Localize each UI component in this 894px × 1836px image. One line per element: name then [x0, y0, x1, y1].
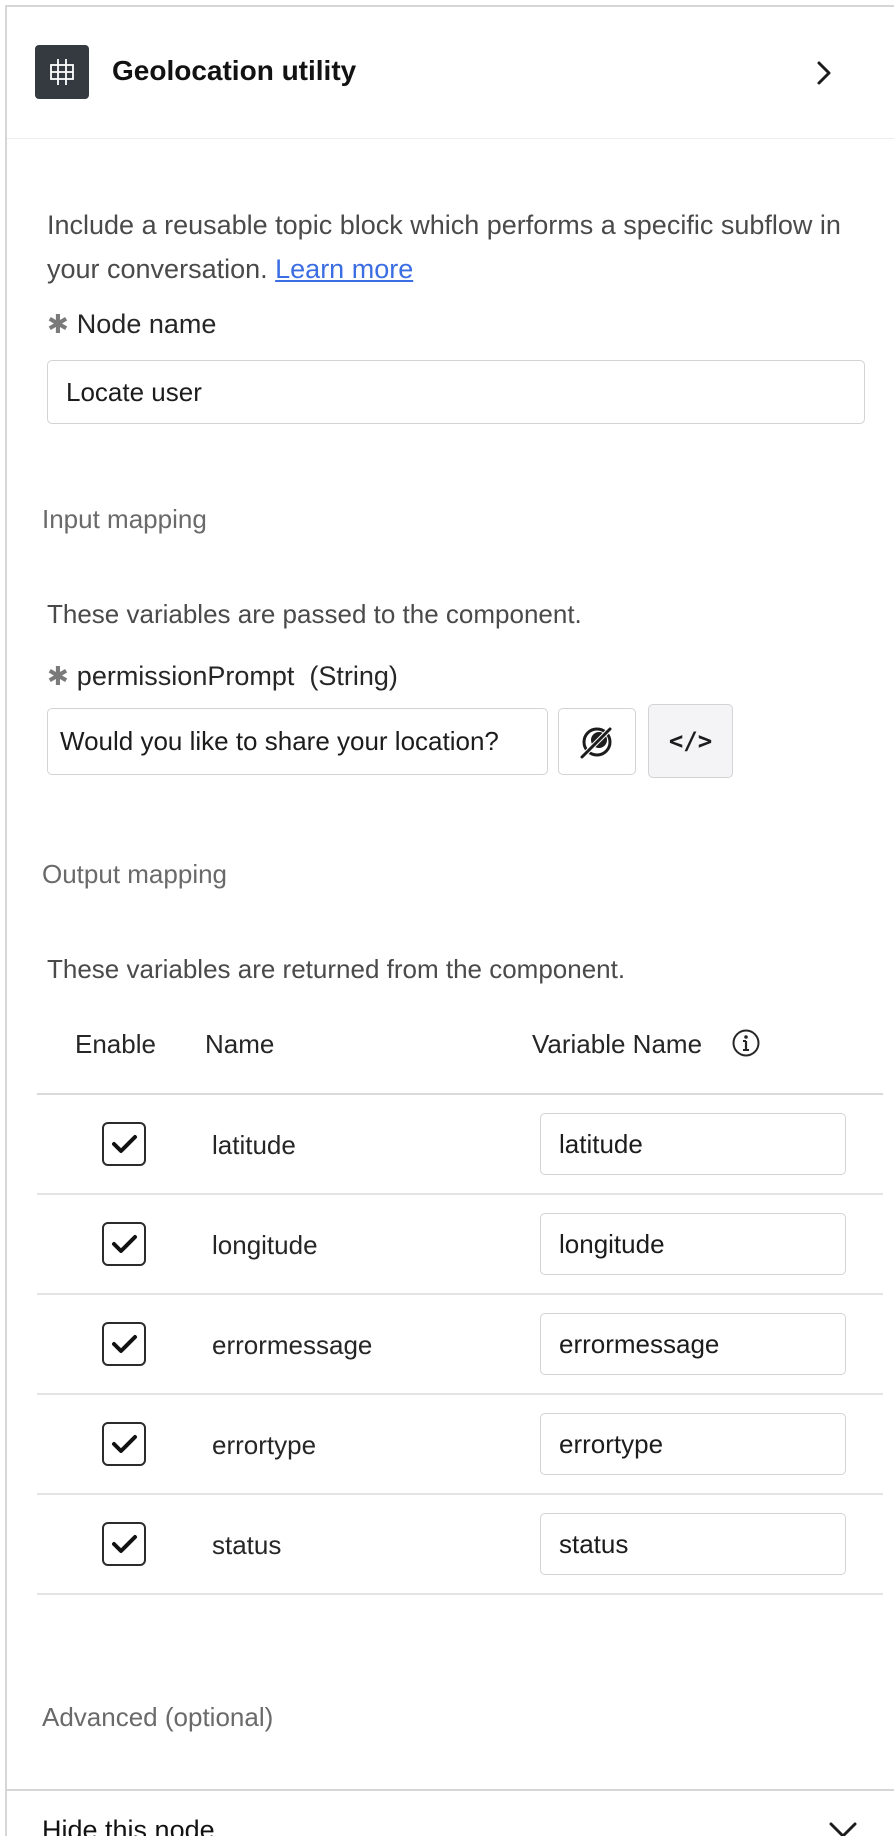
column-name: Name — [205, 1029, 275, 1059]
enable-checkbox[interactable] — [102, 1122, 146, 1166]
chevron-down-icon[interactable] — [827, 1817, 859, 1836]
description: Include a reusable topic block which per… — [47, 203, 867, 291]
required-marker: ✱ — [47, 661, 69, 691]
permission-prompt-name: permissionPrompt — [76, 661, 295, 691]
node-name-input[interactable]: Locate user — [47, 360, 865, 424]
enable-checkbox[interactable] — [102, 1222, 146, 1266]
table-header-divider — [37, 1093, 883, 1095]
column-variable-name: Variable Name — [532, 1029, 703, 1059]
properties-panel: Geolocation utility Include a reusable t… — [5, 5, 894, 1836]
description-text: Include a reusable topic block which per… — [47, 210, 841, 284]
node-name-label: ✱ Node name — [47, 309, 216, 340]
advanced-section-title[interactable]: Advanced (optional) — [42, 1702, 273, 1733]
panel-title: Geolocation utility — [112, 55, 357, 86]
hide-node-label[interactable]: Hide this node — [42, 1815, 215, 1836]
row-name: errortype — [212, 1430, 317, 1460]
variable-name-input[interactable]: status — [540, 1513, 846, 1575]
variable-name-input[interactable]: errortype — [540, 1413, 846, 1475]
variable-name-input[interactable]: longitude — [540, 1213, 846, 1275]
input-mapping-helper: These variables are passed to the compon… — [47, 599, 582, 629]
row-divider — [37, 1593, 883, 1595]
panel-header: Geolocation utility — [7, 7, 894, 139]
permission-prompt-label: ✱ permissionPrompt (String) — [47, 661, 398, 692]
row-divider — [37, 1493, 883, 1495]
enable-checkbox[interactable] — [102, 1422, 146, 1466]
node-name-label-text: Node name — [76, 309, 217, 339]
output-mapping-title: Output mapping — [42, 859, 228, 889]
row-name: longitude — [212, 1230, 318, 1260]
row-name: status — [212, 1530, 282, 1560]
info-icon[interactable] — [731, 1028, 761, 1058]
variable-picker-button[interactable] — [558, 708, 636, 775]
input-mapping-title: Input mapping — [42, 504, 207, 534]
checkmark-icon — [112, 1535, 137, 1553]
row-name: errormessage — [212, 1330, 373, 1360]
checkmark-icon — [112, 1435, 137, 1453]
grid-icon — [35, 45, 89, 99]
footer-divider — [7, 1789, 894, 1791]
checkmark-icon — [112, 1235, 137, 1253]
variable-name-input[interactable]: latitude — [540, 1113, 846, 1175]
checkmark-icon — [112, 1335, 137, 1353]
learn-more-link[interactable]: Learn more — [275, 254, 413, 284]
enable-checkbox[interactable] — [102, 1522, 146, 1566]
permission-prompt-type: (String) — [309, 661, 398, 691]
row-divider — [37, 1193, 883, 1195]
code-expression-button[interactable]: </> — [648, 704, 733, 778]
row-divider — [37, 1393, 883, 1395]
row-name: latitude — [212, 1130, 296, 1160]
column-enable: Enable — [75, 1029, 156, 1059]
output-mapping-helper: These variables are returned from the co… — [47, 954, 626, 984]
checkmark-icon — [112, 1135, 137, 1153]
enable-checkbox[interactable] — [102, 1322, 146, 1366]
required-marker: ✱ — [47, 309, 69, 339]
row-divider — [37, 1293, 883, 1295]
variable-name-input[interactable]: errormessage — [540, 1313, 846, 1375]
chevron-right-icon[interactable] — [809, 55, 839, 91]
target-icon — [580, 725, 613, 758]
permission-prompt-input[interactable]: Would you like to share your location? — [47, 708, 548, 775]
code-icon: </> — [668, 727, 713, 755]
